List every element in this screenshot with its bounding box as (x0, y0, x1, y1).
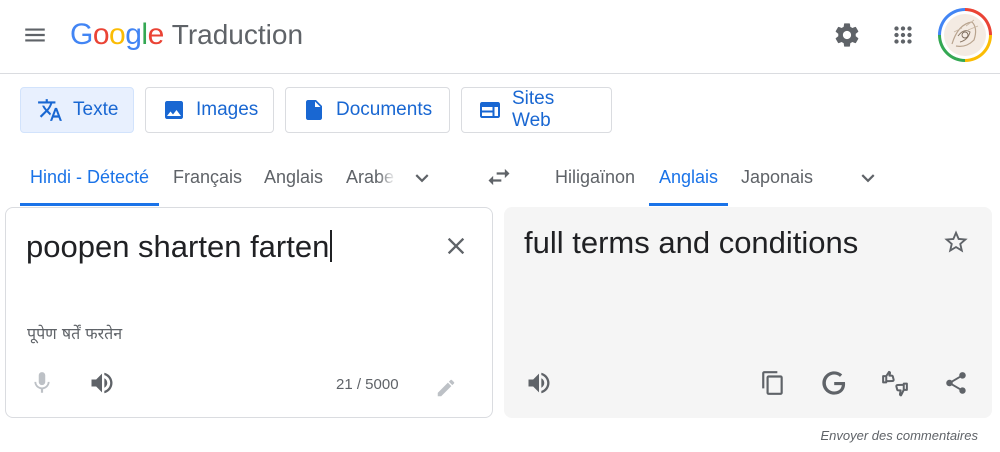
target-lang-more-button[interactable] (852, 162, 884, 194)
source-lang-label: Anglais (264, 167, 324, 187)
chevron-down-icon (861, 174, 875, 183)
speaker-icon (528, 372, 550, 394)
image-icon (165, 101, 183, 119)
source-lang-label: Français (173, 167, 243, 187)
main-menu-button[interactable] (14, 14, 56, 56)
document-icon (306, 100, 322, 120)
edit-button[interactable] (428, 370, 464, 406)
product-name: Traduction (171, 19, 304, 50)
thumbs-up-down-icon (882, 370, 908, 397)
target-lang-tab-japonais[interactable]: Japonais (741, 156, 813, 206)
copy-translation-button[interactable] (755, 365, 791, 401)
swap-languages-button[interactable] (480, 158, 518, 196)
apps-grid-icon (894, 26, 912, 44)
character-count: 21 / 5000 (336, 376, 399, 393)
target-lang-tab-anglais[interactable]: Anglais (649, 156, 729, 206)
source-lang-tab-anglais[interactable]: Anglais (264, 156, 323, 206)
settings-button[interactable] (826, 14, 868, 56)
source-lang-tab-detected[interactable]: Hindi - Détecté (20, 156, 160, 206)
google-search-button[interactable] (816, 365, 852, 401)
google-g-icon (822, 371, 846, 395)
logo-letter: g (125, 18, 142, 51)
google-apps-button[interactable] (882, 14, 924, 56)
target-lang-label: Japonais (741, 167, 814, 187)
google-translate-logo[interactable]: Google Traduction (70, 16, 303, 56)
logo-letter: o (109, 18, 126, 51)
google-wordmark: Google (70, 16, 164, 54)
mode-documents-label: Documents (336, 99, 433, 120)
star-icon (944, 230, 968, 253)
target-lang-label: Anglais (659, 167, 719, 187)
source-text-panel: poopen sharten farten पूपेण षर्तें फरतेन… (5, 207, 493, 418)
microphone-icon (34, 372, 50, 393)
send-feedback-link[interactable]: Envoyer des commentaires (820, 428, 978, 443)
close-icon (447, 237, 465, 255)
source-lang-tab-francais[interactable]: Français (173, 156, 242, 206)
logo-letter: o (92, 18, 110, 51)
logo-letter: G (70, 18, 93, 51)
source-lang-label: Arabe (346, 167, 395, 187)
swap-arrows-icon (488, 168, 510, 186)
transliteration-text: पूपेण षर्तें फरतेन (27, 324, 123, 343)
source-text-value: poopen sharten farten (26, 229, 330, 264)
source-lang-tab-arabe[interactable]: Arabe (346, 156, 396, 206)
avatar-image (944, 14, 986, 56)
avatar-ring-inner (941, 11, 989, 59)
source-lang-label: Hindi - Détecté (30, 167, 150, 187)
source-lang-more-button[interactable] (406, 162, 438, 194)
copy-icon (762, 371, 783, 395)
logo-letter: e (147, 18, 165, 51)
speaker-icon (91, 372, 113, 394)
chevron-down-icon (415, 174, 429, 183)
pencil-icon (437, 379, 455, 397)
save-translation-button[interactable] (938, 224, 974, 260)
mode-websites-button[interactable]: Sites Web (461, 87, 612, 133)
source-text-input[interactable]: poopen sharten farten (26, 228, 426, 266)
share-translation-button[interactable] (938, 365, 974, 401)
app-header: Google Traduction (0, 0, 1000, 74)
mode-text-button[interactable]: Texte (20, 87, 134, 133)
gear-icon (835, 23, 859, 47)
rate-translation-button[interactable] (877, 365, 913, 401)
target-lang-tab-hiligaynon[interactable]: Hiligaïnon (555, 156, 635, 206)
voice-input-button[interactable] (24, 365, 60, 401)
mode-documents-button[interactable]: Documents (285, 87, 450, 133)
text-caret (330, 230, 333, 262)
clear-source-button[interactable] (438, 228, 474, 264)
mode-websites-label: Sites Web (512, 88, 555, 131)
translation-output-panel: full terms and conditions (504, 207, 992, 418)
translate-icon (38, 99, 62, 121)
mode-text-label: Texte (73, 99, 119, 120)
translation-text: full terms and conditions (524, 225, 859, 260)
mode-images-button[interactable]: Images (145, 87, 274, 133)
listen-source-button[interactable] (84, 365, 120, 401)
share-icon (946, 372, 966, 394)
avatar-sketch-icon (951, 19, 979, 47)
account-avatar[interactable] (938, 8, 992, 62)
mode-images-label: Images (196, 99, 259, 120)
listen-translation-button[interactable] (521, 365, 557, 401)
website-icon (480, 102, 500, 118)
target-lang-label: Hiligaïnon (555, 167, 636, 187)
menu-icon (25, 28, 45, 42)
